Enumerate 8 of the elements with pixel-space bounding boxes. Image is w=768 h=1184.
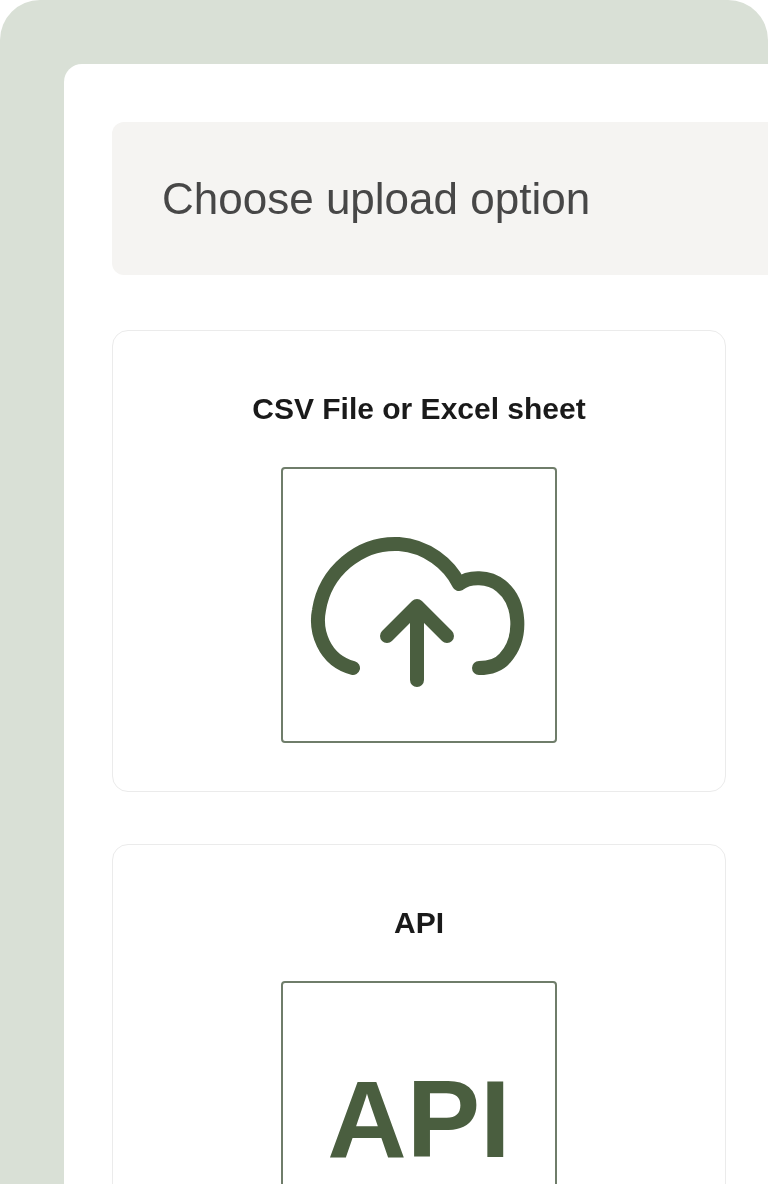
header-title: Choose upload option — [162, 173, 591, 224]
option-title: API — [394, 905, 444, 941]
tile-label: API — [327, 1064, 511, 1174]
option-tile[interactable] — [281, 467, 557, 743]
option-card[interactable]: API API — [112, 844, 726, 1184]
option-tile[interactable]: API — [281, 981, 557, 1184]
option-title: CSV File or Excel sheet — [252, 391, 586, 427]
option-card[interactable]: CSV File or Excel sheet — [112, 330, 726, 792]
